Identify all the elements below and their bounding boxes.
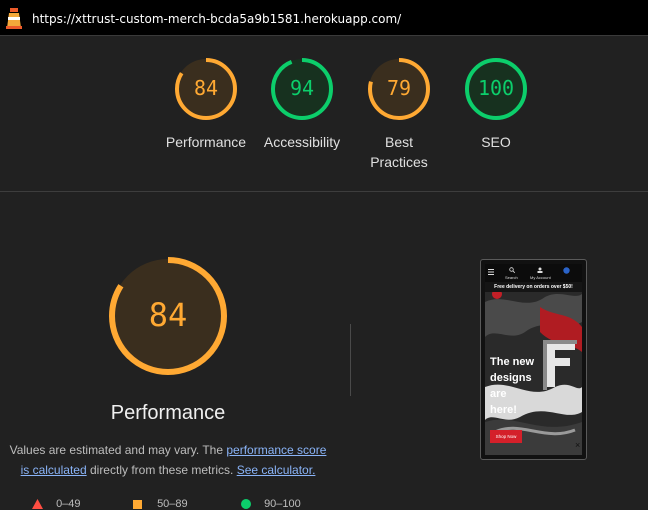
gauge-label: SEO — [481, 134, 511, 150]
gauge-score: 100 — [477, 76, 515, 100]
gauge-seo[interactable]: 100 — [463, 56, 529, 122]
lighthouse-logo-icon — [6, 8, 22, 29]
triangle-icon — [32, 499, 43, 510]
gauge-label: Accessibility — [263, 134, 341, 150]
performance-score-link[interactable]: performance score — [226, 443, 326, 457]
legend-average: 50–89 — [133, 498, 188, 510]
circle-icon — [241, 499, 251, 510]
page-url[interactable]: https://xttrust-custom-merch-bcda5a9b158… — [32, 12, 401, 26]
search-icon — [509, 267, 515, 273]
square-icon — [133, 499, 142, 509]
gauge-best-practices[interactable]: 79 — [366, 56, 432, 122]
gauge-label: Best Practices — [370, 134, 428, 170]
section-divider — [0, 191, 648, 192]
mock-hero-headline: The new designs are here! — [490, 356, 535, 416]
performance-gauge-large: 84 — [107, 255, 229, 377]
gauge-score: 79 — [386, 76, 412, 100]
menu-icon — [488, 269, 494, 275]
cart-icon — [563, 267, 570, 274]
mock-navbar: Search My Account — [485, 264, 582, 282]
url-bar: https://xttrust-custom-merch-bcda5a9b158… — [0, 0, 648, 36]
user-icon — [537, 267, 543, 273]
performance-score-link-cont[interactable]: is calculated — [21, 463, 87, 477]
gauge-score: 94 — [289, 76, 315, 100]
gauge-accessibility[interactable]: 94 — [269, 56, 335, 122]
mock-promo-banner: Free delivery on orders over $50! — [485, 282, 582, 292]
gauge-score: 84 — [193, 76, 219, 100]
page-screenshot-thumbnail[interactable]: Search My Account Free delivery on order… — [480, 259, 587, 460]
mock-shop-now-button: Shop Now — [490, 430, 522, 443]
close-icon: × — [575, 440, 581, 450]
vertical-divider — [350, 324, 351, 396]
gauge-performance[interactable]: 84 — [173, 56, 239, 122]
mock-hero-image: The new designs are here! Shop Now × — [485, 289, 582, 455]
performance-note: Values are estimated and may vary. The p… — [9, 443, 327, 477]
see-calculator-link[interactable]: See calculator. — [237, 463, 316, 477]
gauge-label: Performance — [165, 134, 247, 150]
performance-title: Performance — [110, 402, 226, 424]
legend-poor: 0–49 — [32, 498, 81, 510]
performance-score: 84 — [148, 296, 188, 334]
legend-good: 90–100 — [241, 498, 301, 510]
